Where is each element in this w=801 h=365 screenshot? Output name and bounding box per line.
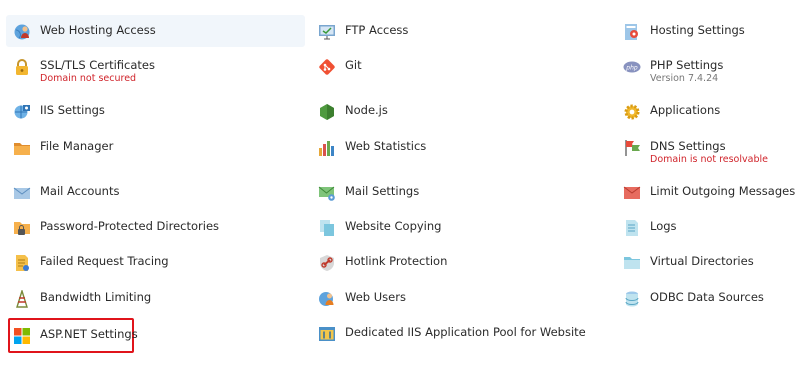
item-label: Virtual Directories <box>650 254 754 268</box>
item-label: ASP.NET Settings <box>40 327 138 341</box>
item-label: File Manager <box>40 139 114 153</box>
item-label: SSL/TLS Certificates <box>40 58 155 72</box>
limit-outgoing-messages-link[interactable]: Limit Outgoing Messages <box>623 184 798 202</box>
item-label: Mail Settings <box>345 184 420 198</box>
item-label: FTP Access <box>345 23 409 37</box>
aspnet-settings-link[interactable]: ASP.NET Settings <box>8 318 138 353</box>
item-label: Website Copying <box>345 219 442 233</box>
web-statistics-link[interactable]: Web Statistics <box>318 139 608 157</box>
item-label: Logs <box>650 219 677 233</box>
odbc-data-sources-link[interactable]: ODBC Data Sources <box>623 290 793 308</box>
iis-globe-icon <box>13 103 31 121</box>
item-label: Web Hosting Access <box>40 23 156 37</box>
hosting-settings-link[interactable]: Hosting Settings <box>623 23 793 41</box>
ssl-status-text: Domain not secured <box>40 73 137 84</box>
item-label: Applications <box>650 103 721 117</box>
virtual-directories-link[interactable]: Virtual Directories <box>623 254 793 272</box>
copy-pages-icon <box>318 219 336 237</box>
envelope-limit-icon <box>623 184 641 202</box>
trace-document-icon <box>13 254 31 272</box>
item-label: Failed Request Tracing <box>40 254 169 268</box>
log-document-icon <box>623 219 641 237</box>
item-label: Password-Protected Directories <box>40 219 220 233</box>
ssl-tls-certificates-link[interactable]: SSL/TLS Certificates Domain not secured <box>13 58 303 90</box>
web-users-link[interactable]: Web Users <box>318 290 608 308</box>
item-label: DNS Settings <box>650 139 726 153</box>
php-settings-link[interactable]: php PHP Settings Version 7.4.24 <box>623 58 793 90</box>
logs-link[interactable]: Logs <box>623 219 793 237</box>
envelope-icon <box>13 184 31 202</box>
dns-settings-link[interactable]: DNS Settings Domain is not resolvable <box>623 139 793 171</box>
item-label: Limit Outgoing Messages <box>650 184 796 198</box>
dns-status-text: Domain is not resolvable <box>650 154 768 165</box>
web-users-icon <box>318 290 336 308</box>
dedicated-iis-app-pool-link[interactable]: Dedicated IIS Application Pool for Websi… <box>318 325 618 343</box>
websites-and-domains-panel: { "items": [ {"key":"web-hosting-access"… <box>0 0 801 365</box>
gear-icon <box>623 103 641 121</box>
git-icon <box>318 58 336 76</box>
failed-request-tracing-link[interactable]: Failed Request Tracing <box>13 254 303 272</box>
mail-accounts-link[interactable]: Mail Accounts <box>13 184 303 202</box>
shield-link-icon <box>318 254 336 272</box>
item-label: PHP Settings <box>650 58 724 72</box>
ftp-access-link[interactable]: FTP Access <box>318 23 608 41</box>
monitor-ftp-icon <box>318 23 336 41</box>
item-label: ODBC Data Sources <box>650 290 764 304</box>
item-label: Hotlink Protection <box>345 254 448 268</box>
dns-flags-icon <box>623 139 641 157</box>
svg-text:php: php <box>625 64 638 71</box>
nodejs-hexagon-icon <box>318 103 336 121</box>
database-icon <box>623 290 641 308</box>
app-pool-icon <box>318 325 336 343</box>
hotlink-protection-link[interactable]: Hotlink Protection <box>318 254 608 272</box>
bar-chart-icon <box>318 139 336 157</box>
mail-settings-link[interactable]: Mail Settings <box>318 184 608 202</box>
php-icon: php <box>623 58 641 76</box>
item-label: Web Users <box>345 290 406 304</box>
item-label: Bandwidth Limiting <box>40 290 152 304</box>
virtual-folder-icon <box>623 254 641 272</box>
php-version-text: Version 7.4.24 <box>650 73 719 84</box>
nodejs-link[interactable]: Node.js <box>318 103 608 121</box>
server-settings-icon <box>623 23 641 41</box>
item-label: Dedicated IIS Application Pool for Websi… <box>345 325 586 339</box>
iis-settings-link[interactable]: IIS Settings <box>13 103 303 121</box>
padlock-icon <box>13 58 31 76</box>
item-label: Web Statistics <box>345 139 427 153</box>
website-copying-link[interactable]: Website Copying <box>318 219 608 237</box>
item-label: Mail Accounts <box>40 184 120 198</box>
antenna-icon <box>13 290 31 308</box>
windows-logo-icon <box>13 327 31 345</box>
applications-link[interactable]: Applications <box>623 103 793 121</box>
password-protected-directories-link[interactable]: Password-Protected Directories <box>13 219 303 237</box>
locked-folder-icon <box>13 219 31 237</box>
item-label: Node.js <box>345 103 388 117</box>
web-hosting-access-link[interactable]: Web Hosting Access <box>6 15 305 47</box>
globe-user-icon <box>13 23 31 41</box>
bandwidth-limiting-link[interactable]: Bandwidth Limiting <box>13 290 303 308</box>
item-label: Git <box>345 58 362 72</box>
git-link[interactable]: Git <box>318 58 608 76</box>
item-label: IIS Settings <box>40 103 105 117</box>
item-label: Hosting Settings <box>650 23 745 37</box>
file-manager-link[interactable]: File Manager <box>13 139 303 157</box>
folder-icon <box>13 139 31 157</box>
envelope-settings-icon <box>318 184 336 202</box>
